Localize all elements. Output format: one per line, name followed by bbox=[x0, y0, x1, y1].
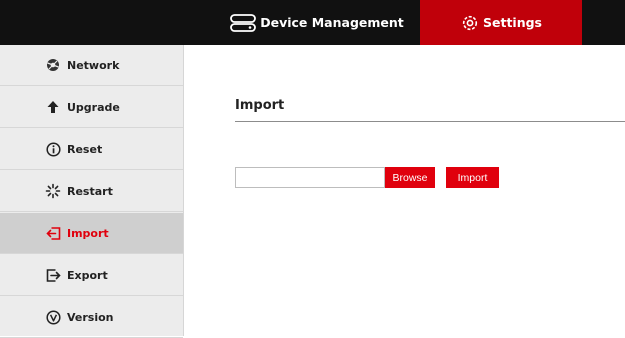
sidebar-item-version[interactable]: Version bbox=[0, 297, 183, 338]
sidebar-item-label: Network bbox=[67, 58, 120, 72]
sidebar-item-label: Restart bbox=[67, 184, 113, 198]
spinner-icon bbox=[45, 183, 61, 199]
page-title: Import bbox=[235, 98, 285, 113]
file-path-input[interactable] bbox=[235, 167, 385, 188]
import-button[interactable]: Import bbox=[446, 167, 499, 188]
network-icon bbox=[45, 57, 61, 73]
sidebar-item-upgrade[interactable]: Upgrade bbox=[0, 87, 183, 128]
sidebar-item-label: Version bbox=[67, 310, 114, 324]
tab-settings[interactable]: Settings bbox=[420, 0, 582, 45]
tab-settings-label: Settings bbox=[482, 15, 542, 30]
sidebar-item-label: Reset bbox=[67, 142, 103, 156]
sidebar-item-network[interactable]: Network bbox=[0, 45, 183, 86]
info-icon bbox=[45, 141, 61, 157]
export-icon bbox=[45, 267, 61, 283]
tab-device-management-label: Device Management bbox=[260, 15, 404, 30]
tab-device-management[interactable]: Device Management bbox=[213, 0, 420, 45]
sidebar-item-import[interactable]: Import bbox=[0, 213, 183, 254]
sidebar-item-reset[interactable]: Reset bbox=[0, 129, 183, 170]
sidebar-item-label: Import bbox=[67, 226, 109, 240]
sidebar-item-label: Export bbox=[67, 268, 108, 282]
arrow-up-icon bbox=[45, 99, 61, 115]
gear-icon bbox=[460, 13, 480, 33]
sidebar-item-export[interactable]: Export bbox=[0, 255, 183, 296]
device-icon bbox=[229, 13, 257, 32]
sidebar-item-restart[interactable]: Restart bbox=[0, 171, 183, 212]
sidebar: Network Upgrade Reset Restart Import Exp… bbox=[0, 45, 184, 338]
sidebar-item-label: Upgrade bbox=[67, 100, 120, 114]
browse-button[interactable]: Browse bbox=[385, 167, 435, 188]
title-divider bbox=[235, 121, 625, 122]
version-icon bbox=[45, 309, 61, 325]
top-navigation-bar: Device Management Settings bbox=[0, 0, 625, 45]
import-icon bbox=[45, 225, 61, 241]
